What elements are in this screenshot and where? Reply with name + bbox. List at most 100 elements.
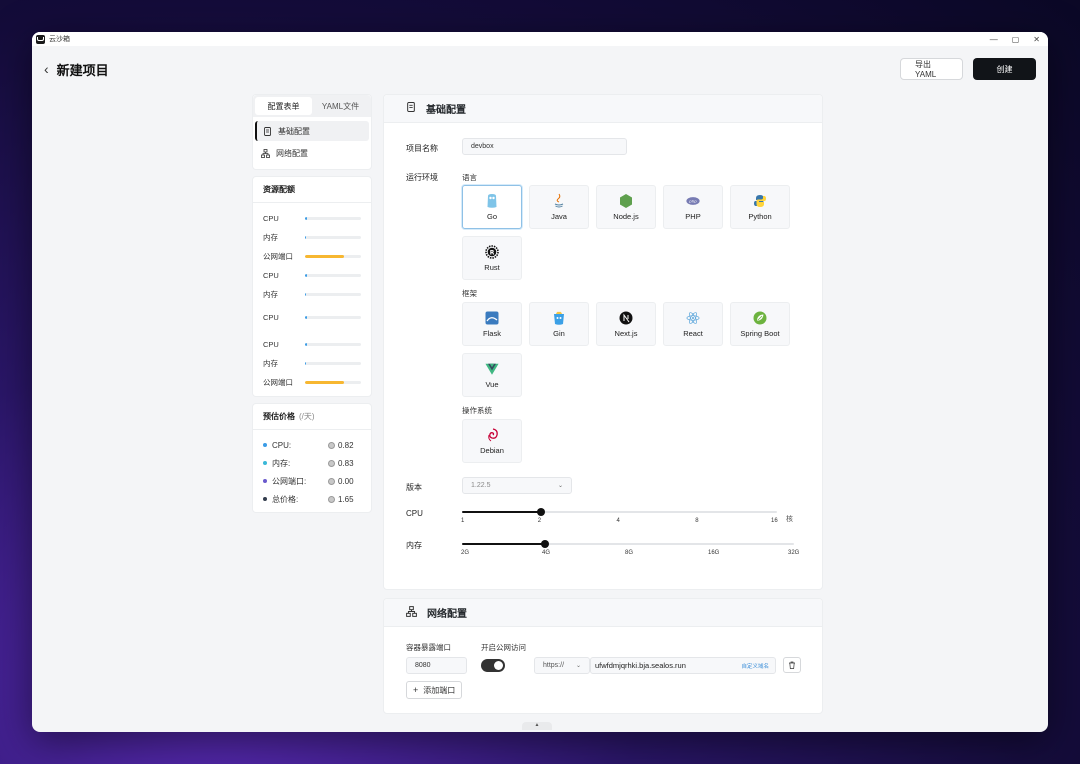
tile-react[interactable]: React (663, 302, 723, 346)
add-port-button[interactable]: + 添加端口 (406, 681, 463, 699)
resource-bar (305, 236, 361, 239)
project-name-input[interactable]: devbox (462, 138, 627, 155)
price-value: 0.82 (338, 440, 354, 450)
public-access-label: 开启公网访问 (481, 643, 526, 652)
react-icon (686, 311, 700, 325)
price-row: CPU: 0.82 (263, 436, 361, 454)
tile-vue[interactable]: Vue (462, 353, 522, 397)
maximize-button[interactable]: ▢ (1012, 35, 1020, 44)
price-dot (263, 443, 267, 447)
price-list: CPU: 0.82 内存: 0.83 公网端口: 0.00 总价格: 1.65 (253, 430, 371, 512)
resource-row: 公网端口 (263, 373, 361, 392)
resource-bar-fill (305, 236, 306, 239)
close-button[interactable]: ✕ (1033, 35, 1040, 44)
resource-row: 内存 (263, 354, 361, 373)
tile-label: Python (748, 211, 772, 221)
java-icon (552, 193, 566, 208)
resource-label: CPU (263, 340, 279, 349)
app-logo-icon (36, 34, 45, 44)
cpu-label: CPU (406, 509, 423, 518)
tile-label: Go (486, 211, 497, 221)
nav-item-label: 网络配置 (276, 148, 308, 158)
left-panel: 配置表单 YAML文件 基础配置 网络配置 资源配额 CPU 内存 公网端口 C… (252, 94, 372, 513)
public-access-toggle[interactable] (481, 659, 505, 672)
cpu-unit: 核 (786, 516, 793, 523)
tile-next-js[interactable]: Next.js (596, 302, 656, 346)
tile-label: PHP (685, 211, 701, 221)
slider-tick: 32G (788, 550, 800, 556)
custom-domain-link[interactable]: 自定义域名 (741, 662, 769, 670)
slider-knob[interactable] (536, 508, 545, 516)
resource-row: 内存 (263, 228, 361, 247)
price-label: 公网端口: (272, 476, 307, 486)
resource-bar (305, 293, 361, 296)
rust-icon: R (485, 244, 499, 259)
resource-bar-fill (305, 274, 307, 277)
section-title: 基础配置 (426, 105, 466, 116)
coin-icon (328, 477, 335, 485)
network-icon (261, 148, 270, 158)
tile-flask[interactable]: Flask (462, 302, 522, 346)
chevron-down-icon: ⌄ (557, 483, 563, 489)
price-dot (263, 461, 267, 465)
tile-node-js[interactable]: Node.js (596, 185, 656, 229)
resource-bar-fill (305, 343, 307, 346)
protocol-select[interactable]: https:// ⌄ (534, 657, 590, 674)
slider-knob[interactable] (541, 540, 549, 548)
framework-label: 框架 (462, 289, 477, 298)
resource-quota-card: 资源配额 CPU 内存 公网端口 CPU 内存 CPU CPU 内存 公网端口 (252, 176, 372, 397)
tile-debian[interactable]: Debian (462, 419, 522, 463)
price-dot (263, 497, 267, 501)
resource-label: 公网端口 (263, 252, 293, 261)
resource-list: CPU 内存 公网端口 CPU 内存 CPU CPU 内存 公网端口 (253, 203, 371, 396)
tile-python[interactable]: Python (730, 185, 790, 229)
coin-icon (328, 459, 335, 467)
tile-go[interactable]: Go (462, 185, 522, 229)
price-row: 内存: 0.83 (263, 454, 361, 472)
tile-rust[interactable]: R Rust (462, 236, 522, 280)
resource-row: CPU (263, 266, 361, 285)
add-port-label: 添加端口 (423, 685, 456, 695)
port-input[interactable]: 8080 (406, 657, 467, 674)
tab-yaml[interactable]: YAML文件 (312, 97, 369, 115)
delete-port-button[interactable] (783, 657, 801, 673)
export-yaml-button[interactable]: 导出YAML (900, 58, 963, 80)
tile-label: Rust (484, 262, 500, 272)
python-icon (753, 194, 767, 208)
tile-label: Flask (483, 328, 501, 338)
price-card: 预估价格 (/天) CPU: 0.82 内存: 0.83 公网端口: 0.00 总价格: 1.6… (252, 403, 372, 513)
version-label: 版本 (406, 483, 422, 492)
plus-icon: + (413, 685, 419, 695)
resource-label: 公网端口 (263, 378, 293, 387)
scroll-up-handle[interactable]: ▲ (522, 722, 552, 730)
runtime-label: 运行环境 (406, 173, 438, 182)
tile-java[interactable]: Java (529, 185, 589, 229)
tab-form[interactable]: 配置表单 (255, 97, 312, 115)
tile-label: Gin (553, 328, 565, 338)
app-window: 云沙箱 — ▢ ✕ ‹ 新建项目 导出YAML 创建 配置表单 YAML文件 基… (32, 32, 1048, 732)
resource-row: CPU (263, 308, 361, 327)
resource-label: CPU (263, 214, 279, 223)
main-panel: 基础配置 项目名称 devbox 运行环境 语言 Go Java Node.js ph… (383, 94, 823, 714)
tile-gin[interactable]: Gin (529, 302, 589, 346)
resource-label: 内存 (263, 233, 278, 242)
nav-item-network[interactable]: 网络配置 (255, 143, 369, 163)
trash-icon (789, 661, 795, 669)
tile-php[interactable]: php PHP (663, 185, 723, 229)
spring-boot-icon (753, 311, 767, 325)
price-label: 内存: (272, 458, 291, 468)
tile-spring-boot[interactable]: Spring Boot (730, 302, 790, 346)
basic-config-section: 基础配置 项目名称 devbox 运行环境 语言 Go Java Node.js ph… (383, 94, 823, 590)
resource-bar (305, 343, 361, 346)
price-row: 总价格: 1.65 (263, 490, 361, 508)
project-name-label: 项目名称 (406, 144, 438, 153)
create-button[interactable]: 创建 (973, 58, 1036, 80)
minimize-button[interactable]: — (990, 35, 998, 44)
chevron-left-icon[interactable]: ‹ (44, 61, 49, 77)
version-select[interactable]: 1.22.5 ⌄ (462, 477, 572, 494)
protocol-value: https:// (543, 662, 565, 669)
resource-bar-fill (305, 255, 345, 258)
slider-tick: 4 (616, 518, 620, 524)
basic-config-header: 基础配置 (384, 95, 822, 123)
nav-item-basic[interactable]: 基础配置 (255, 121, 369, 141)
